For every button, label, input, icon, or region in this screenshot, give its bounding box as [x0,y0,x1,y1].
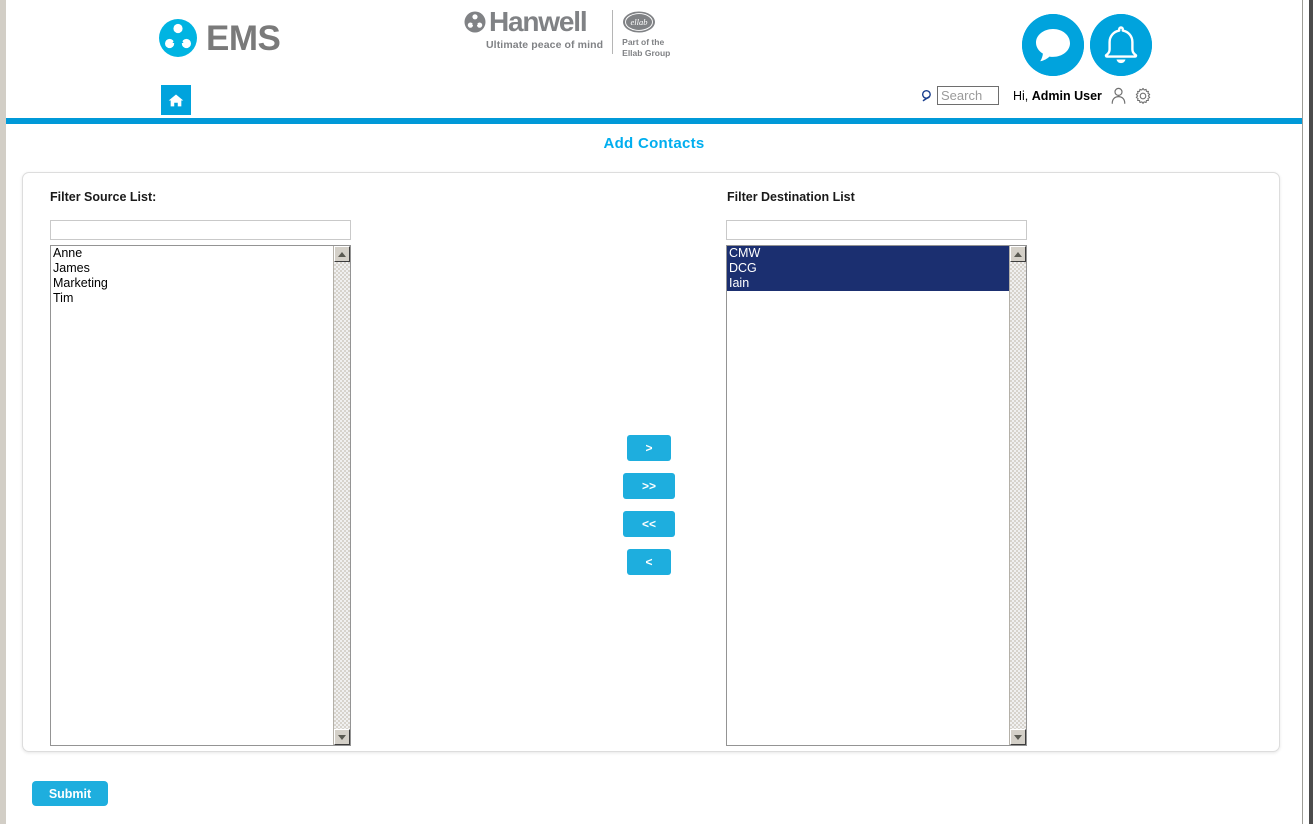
move-all-left-button[interactable]: << [623,511,675,537]
list-item[interactable]: DCG [727,261,1009,276]
ellab-caption: Part of the Ellab Group [622,37,670,58]
page-title: Add Contacts [603,135,705,152]
svg-text:ellab: ellab [631,17,648,27]
chat-button[interactable] [1022,14,1084,76]
greeting-prefix: Hi, [1013,88,1029,103]
ellab-logo-block: ellab Part of the Ellab Group [622,8,670,58]
bell-notification-icon [1090,14,1152,76]
scroll-up-arrow-icon[interactable] [1010,246,1026,262]
notifications-button[interactable] [1090,14,1152,76]
move-right-button[interactable]: > [627,435,671,461]
submit-button[interactable]: Submit [32,781,108,806]
source-list-items[interactable]: Anne James Marketing Tim [51,246,333,745]
destination-filter-input[interactable] [726,220,1027,240]
home-icon [168,93,184,106]
list-item[interactable]: CMW [727,246,1009,261]
hanwell-logo-left: Hanwell Ultimate peace of mind [464,8,603,51]
move-all-right-button[interactable]: >> [623,473,675,499]
user-name: Admin User [1031,88,1102,103]
ems-wordmark: EMS [206,18,281,58]
app-viewport: EMS Hanwell Ultimate peace of mind ellab… [0,0,1313,824]
window-right-edge [1309,0,1313,824]
header-accent-rule [6,118,1302,124]
greeting-text: Hi, Admin User [1013,89,1102,103]
destination-list-items[interactable]: CMW DCG Iain [727,246,1009,745]
search-input[interactable] [937,86,999,105]
ems-trefoil-logo-icon [158,18,198,58]
move-left-button[interactable]: < [627,549,671,575]
source-list-label: Filter Source List: [50,190,157,204]
chat-bubble-icon [1022,14,1084,76]
source-listbox[interactable]: Anne James Marketing Tim [50,245,351,746]
user-person-icon[interactable] [1109,86,1128,105]
dual-list-panel: Filter Source List: Anne James Marketing… [22,172,1280,752]
scroll-down-arrow-icon[interactable] [1010,729,1026,745]
destination-listbox[interactable]: CMW DCG Iain [726,245,1027,746]
scroll-up-arrow-icon[interactable] [334,246,350,262]
hanwell-tagline: Ultimate peace of mind [486,39,604,51]
header-utility-bar: Hi, Admin User [921,86,1152,105]
list-item[interactable]: Tim [51,291,333,306]
destination-list-scrollbar[interactable] [1009,246,1026,745]
destination-list-label: Filter Destination List [727,190,855,204]
search-magnifier-icon[interactable] [921,89,935,103]
list-item[interactable]: Anne [51,246,333,261]
hanwell-wordmark-row: Hanwell [464,8,603,36]
list-item[interactable]: James [51,261,333,276]
page-canvas: EMS Hanwell Ultimate peace of mind ellab… [6,0,1302,824]
list-item[interactable]: Marketing [51,276,333,291]
source-filter-input[interactable] [50,220,351,240]
app-header: EMS Hanwell Ultimate peace of mind ellab… [6,0,1302,118]
list-item[interactable]: Iain [727,276,1009,291]
ellab-oval-logo-icon: ellab [622,10,656,34]
logo-divider [612,10,614,54]
transfer-button-group: > >> << < [589,435,709,575]
hanwell-logo: Hanwell Ultimate peace of mind ellab Par… [464,8,670,58]
gear-settings-icon[interactable] [1134,87,1152,105]
hanwell-name: Hanwell [489,6,588,37]
source-list-scrollbar[interactable] [333,246,350,745]
ems-logo: EMS [158,18,281,58]
home-button[interactable] [161,85,191,115]
ellab-caption-line1: Part of the [622,37,665,47]
ellab-caption-line2: Ellab Group [622,47,671,58]
hanwell-trefoil-logo-icon [464,11,486,33]
scroll-down-arrow-icon[interactable] [334,729,350,745]
